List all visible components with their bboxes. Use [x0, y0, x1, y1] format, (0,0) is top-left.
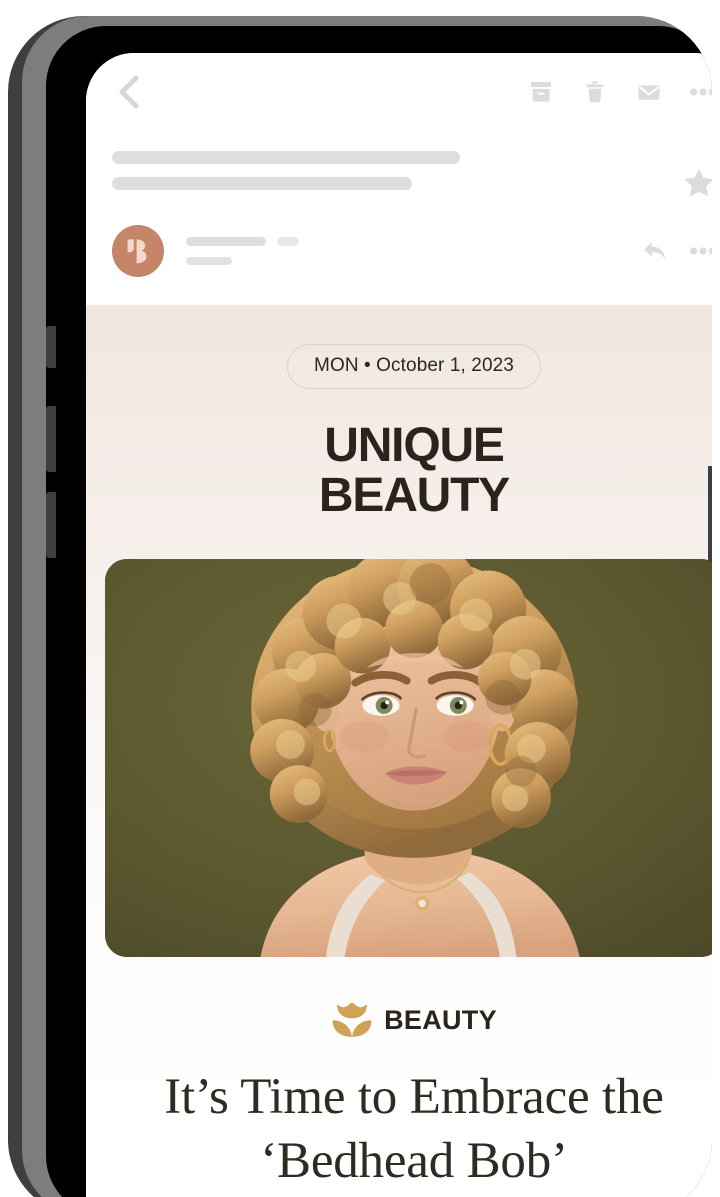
- issue-date-pill[interactable]: MON • October 1, 2023: [287, 344, 541, 389]
- tulip-flower-icon: [331, 1001, 373, 1039]
- power-button[interactable]: [708, 466, 712, 562]
- tulip-flower-glyph: [332, 1002, 372, 1037]
- mail-toolbar-actions: [528, 79, 712, 105]
- sender-actions: [642, 238, 712, 264]
- phone-frame: MON • October 1, 2023 UNIQUE BEAUTY BEAU…: [8, 16, 712, 1197]
- subject-placeholder-lines: [112, 151, 682, 190]
- chevron-left-icon: [119, 75, 139, 109]
- more-horizontal-icon: [690, 247, 712, 255]
- toolbar-more-button[interactable]: [690, 79, 712, 105]
- phone-frame-band: MON • October 1, 2023 UNIQUE BEAUTY BEAU…: [22, 16, 712, 1197]
- sender-name-placeholder: [186, 237, 266, 246]
- star-button[interactable]: [682, 165, 712, 199]
- mail-sender-row: [86, 199, 712, 305]
- silent-switch[interactable]: [46, 326, 56, 368]
- trash-icon: [586, 81, 604, 103]
- archive-button[interactable]: [528, 79, 554, 105]
- sender-recipient-placeholder: [186, 257, 232, 265]
- delete-button[interactable]: [582, 79, 608, 105]
- article-headline[interactable]: It’s Time to Embrace the ‘Bedhead Bob’: [86, 1039, 712, 1193]
- category-label[interactable]: BEAUTY: [384, 1005, 497, 1036]
- sender-name-row: [186, 237, 642, 246]
- mail-toolbar: [86, 53, 712, 131]
- volume-down-button[interactable]: [46, 492, 56, 558]
- newsletter-body: MON • October 1, 2023 UNIQUE BEAUTY BEAU…: [86, 305, 712, 1197]
- hero-portrait-illustration: [105, 559, 712, 957]
- mail-app-chrome: [86, 53, 712, 305]
- subject-placeholder-line-2: [112, 177, 412, 190]
- date-pill-row: MON • October 1, 2023: [86, 305, 712, 389]
- star-icon: [684, 168, 712, 196]
- mail-subject-block: [86, 131, 712, 199]
- archive-icon: [531, 82, 551, 102]
- subject-placeholder-line-1: [112, 151, 460, 164]
- leaf-monogram-icon: [127, 238, 146, 263]
- brand-wordmark-line-1: UNIQUE: [324, 419, 505, 472]
- hero-image-wrap: [86, 521, 712, 957]
- hero-portrait[interactable]: [105, 559, 712, 957]
- sender-time-placeholder: [277, 237, 299, 246]
- sender-avatar[interactable]: [112, 225, 164, 277]
- sender-meta: [186, 237, 642, 265]
- screenshot-root: MON • October 1, 2023 UNIQUE BEAUTY BEAU…: [0, 0, 720, 1197]
- reply-icon: [643, 242, 666, 260]
- back-button[interactable]: [108, 72, 148, 112]
- sender-more-button[interactable]: [690, 238, 712, 264]
- reply-button[interactable]: [642, 238, 668, 264]
- article-category: BEAUTY: [86, 957, 712, 1039]
- phone-screen: MON • October 1, 2023 UNIQUE BEAUTY BEAU…: [86, 53, 712, 1197]
- phone-bezel: MON • October 1, 2023 UNIQUE BEAUTY BEAU…: [46, 26, 712, 1197]
- volume-up-button[interactable]: [46, 406, 56, 472]
- brand-wordmark: UNIQUE BEAUTY: [86, 389, 712, 521]
- mark-unread-button[interactable]: [636, 79, 662, 105]
- more-horizontal-icon: [690, 88, 712, 96]
- brand-wordmark-line-2: BEAUTY: [318, 469, 510, 522]
- envelope-icon: [638, 85, 660, 100]
